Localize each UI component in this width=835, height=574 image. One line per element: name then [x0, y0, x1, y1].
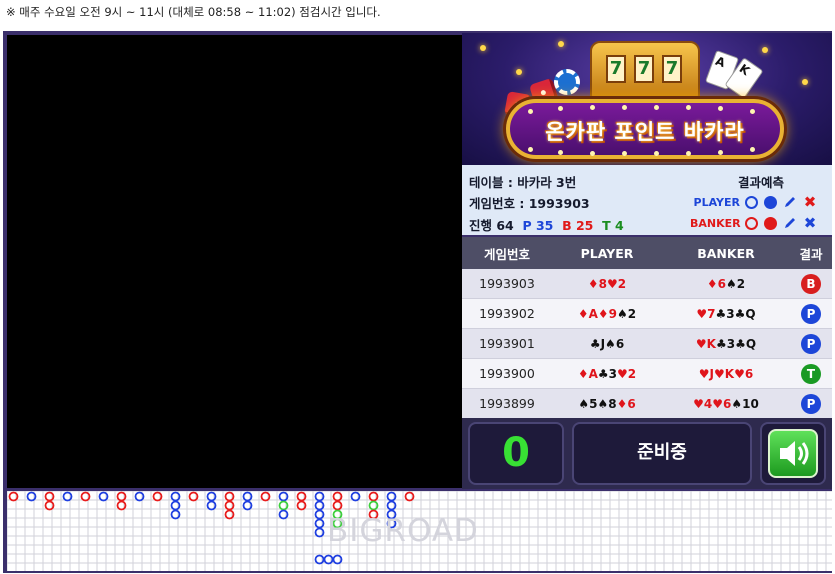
banker-hand: ♥7♣3♣Q — [662, 307, 790, 321]
player-count: P 35 — [522, 218, 554, 233]
tie-count: T 4 — [602, 218, 624, 233]
history-row: 1993899 ♠5♠8♦6 ♥4♥6♠10 P — [462, 389, 832, 419]
history.rows.2.player-card: ♣J — [589, 336, 606, 351]
chip-icon — [554, 69, 580, 95]
prediction-title: 결과예측 — [738, 175, 785, 190]
player-hand: ♦8♥2 — [552, 277, 662, 291]
history.rows.1.player-card: ♦A — [577, 306, 598, 321]
live-video-area — [7, 35, 462, 488]
banker-hollow-circle-button[interactable] — [745, 216, 758, 230]
big-road: BIGROAD — [7, 491, 832, 571]
history.rows.3.banker-card: ♥K — [714, 366, 735, 381]
side-panel: 7 7 7 A K 온카판 포인트 바카라 테이블 : 바카라 3번 게임번호 … — [462, 33, 832, 489]
history.rows.0.player-card: ♥2 — [607, 276, 627, 291]
player-hand: ♠5♠8♦6 — [552, 397, 662, 411]
history.rows.3.banker-card: ♥J — [698, 366, 715, 381]
prediction-banker-row: BANKER ✖ — [690, 214, 817, 232]
history.rows.4.player-card: ♠8 — [597, 396, 617, 411]
history-table: 게임번호 PLAYER BANKER 결과 1993903 ♦8♥2 ♦6♠2 B 19… — [462, 237, 832, 419]
history-row: 1993900 ♦A♣3♥2 ♥J♥K♥6 T — [462, 359, 832, 389]
player-hand: ♦A♦9♠2 — [552, 307, 662, 321]
history-rows: 1993903 ♦8♥2 ♦6♠2 B 1993902 ♦A♦9♠2 ♥7♣3♣Q P 1993… — [462, 269, 832, 419]
history.rows.4.player-card: ♠5 — [578, 396, 598, 411]
history-game-number: 1993900 — [479, 366, 535, 381]
banker-cancel-button[interactable]: ✖ — [803, 216, 817, 231]
result-badge: P — [801, 393, 821, 414]
player-pen-button[interactable] — [783, 195, 797, 209]
banker-pen-button[interactable] — [783, 216, 797, 230]
history.rows.4.banker-card: ♥6 — [712, 396, 732, 411]
prediction-player-row: PLAYER ✖ — [690, 193, 817, 211]
result-badge: P — [801, 333, 821, 354]
history.rows.2.player-card: ♠6 — [605, 336, 625, 351]
history.rows.1.banker-card: ♥7 — [696, 306, 716, 321]
sound-toggle[interactable] — [760, 422, 826, 485]
history.rows.1.banker-card: ♣Q — [734, 306, 756, 321]
history.rows.0.banker-card: ♦6 — [706, 276, 726, 291]
status-display: 준비중 — [572, 422, 752, 485]
history.rows.3.player-card: ♦A — [577, 366, 598, 381]
history-header: 게임번호 PLAYER BANKER 결과 — [462, 237, 832, 269]
player-cancel-button[interactable]: ✖ — [803, 195, 817, 210]
banker-solid-circle-button[interactable] — [764, 216, 777, 230]
history.rows.2.banker-card: ♣3 — [715, 336, 736, 351]
result-badge: T — [801, 363, 821, 384]
history.rows.2.banker-card: ♥K — [695, 336, 716, 351]
history.rows.1.banker-card: ♣3 — [715, 306, 735, 321]
history.rows.4.player-card: ♦6 — [616, 396, 636, 411]
history.rows.3.player-card: ♣3 — [597, 366, 618, 381]
history-game-number: 1993903 — [479, 276, 535, 291]
banner-title: 온카판 포인트 바카라 — [545, 120, 745, 144]
progress-stats: 진행 64 P 35 B 25 T 4 — [469, 215, 624, 234]
prediction-player-label: PLAYER — [693, 195, 740, 209]
table-label: 테이블 : 바카라 3번 — [469, 175, 577, 190]
game-number: 게임번호 : 1993903 — [469, 196, 590, 211]
countdown-display: 0 — [468, 422, 564, 485]
speaker-icon[interactable] — [768, 429, 818, 478]
history-game-number: 1993899 — [479, 396, 535, 411]
player-hollow-circle-button[interactable] — [745, 195, 758, 209]
table-info: 테이블 : 바카라 3번 게임번호 : 1993903 진행 64 P 35 B… — [462, 165, 832, 237]
history-row: 1993901 ♣J♠6 ♥K♣3♣Q P — [462, 329, 832, 359]
banner-sign: 온카판 포인트 바카라 — [506, 99, 784, 159]
history.rows.4.banker-card: ♠10 — [731, 396, 759, 411]
history-game-number: 1993902 — [479, 306, 535, 321]
slot-machine-icon: 7 7 7 — [590, 41, 700, 99]
history.rows.1.player-card: ♦9 — [597, 306, 618, 321]
progress-count: 진행 64 — [469, 218, 514, 233]
banker-count: B 25 — [562, 218, 594, 233]
banker-hand: ♥4♥6♠10 — [662, 397, 790, 411]
banker-hand: ♦6♠2 — [662, 277, 790, 291]
player-hand: ♦A♣3♥2 — [552, 367, 662, 381]
promo-banner: 7 7 7 A K 온카판 포인트 바카라 — [462, 33, 832, 165]
history-row: 1993902 ♦A♦9♠2 ♥7♣3♣Q P — [462, 299, 832, 329]
banker-hand: ♥J♥K♥6 — [662, 367, 790, 381]
history.rows.1.player-card: ♠2 — [617, 306, 637, 321]
history-game-number: 1993901 — [479, 336, 535, 351]
banker-hand: ♥K♣3♣Q — [662, 337, 790, 351]
control-bar: 0 준비중 — [462, 418, 832, 489]
history.rows.2.banker-card: ♣Q — [735, 336, 757, 351]
player-solid-circle-button[interactable] — [764, 195, 777, 209]
player-hand: ♣J♠6 — [552, 337, 662, 351]
history.rows.3.banker-card: ♥6 — [734, 366, 754, 381]
maintenance-notice: ※ 매주 수요일 오전 9시 ~ 11시 (대체로 08:58 ~ 11:02)… — [6, 5, 381, 19]
history.rows.3.player-card: ♥2 — [617, 366, 637, 381]
history.rows.0.player-card: ♦8 — [587, 276, 607, 291]
result-badge: B — [801, 273, 821, 294]
big-road-watermark: BIGROAD — [327, 513, 479, 549]
prediction-banker-label: BANKER — [690, 216, 741, 230]
result-badge: P — [801, 303, 821, 324]
history.rows.0.banker-card: ♠2 — [726, 276, 746, 291]
history.rows.4.banker-card: ♥4 — [693, 396, 713, 411]
history-row: 1993903 ♦8♥2 ♦6♠2 B — [462, 269, 832, 299]
